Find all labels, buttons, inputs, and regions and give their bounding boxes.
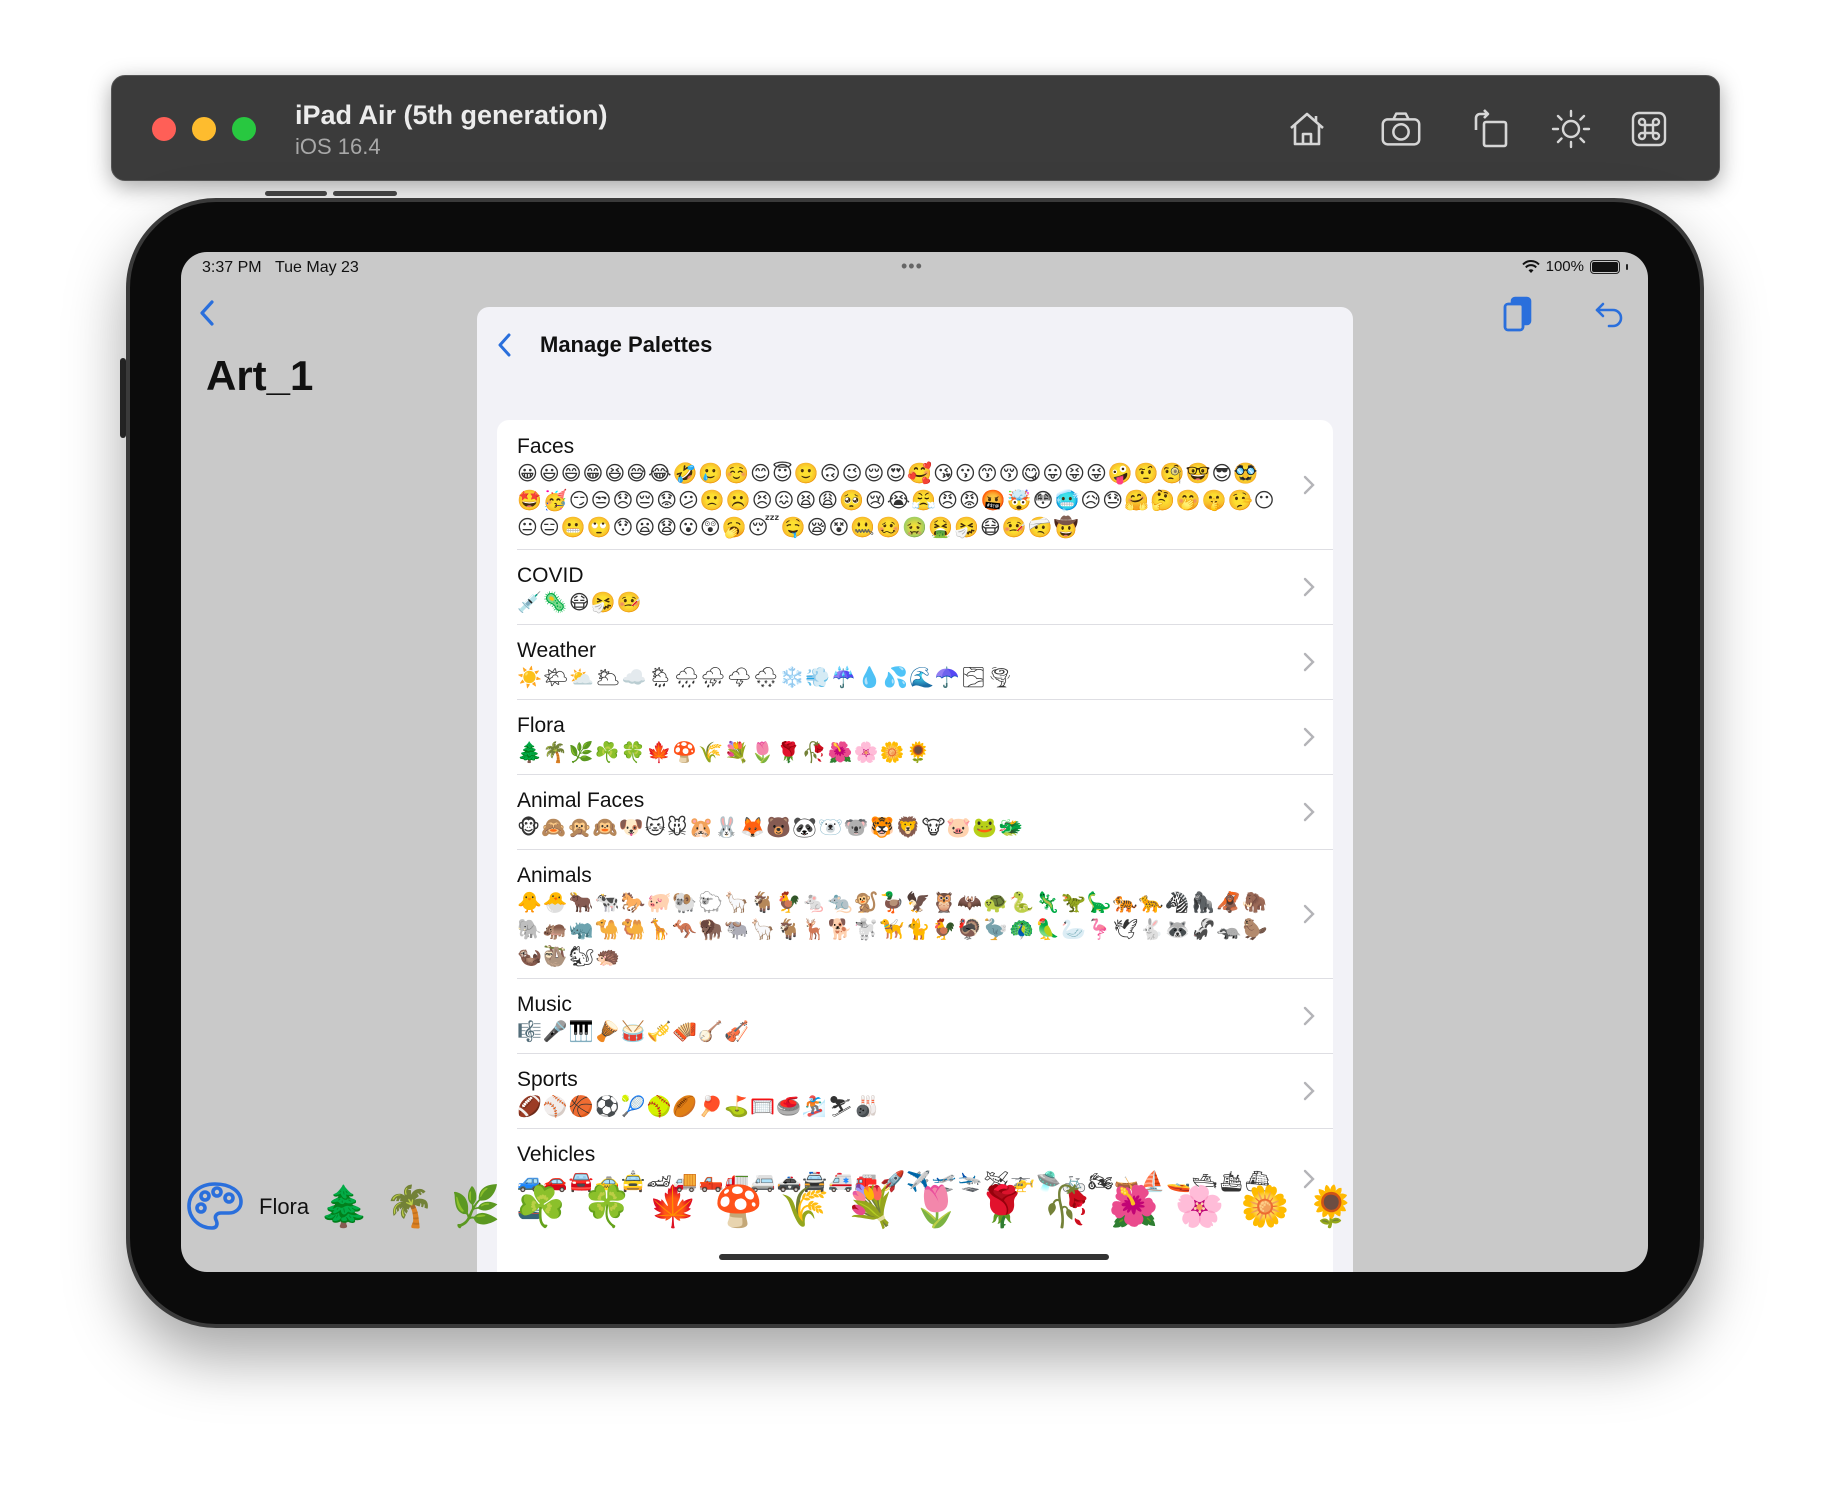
chevron-right-icon [1303,727,1315,746]
chevron-right-icon [1303,802,1315,821]
palette-chooser-bar: Flora 🌲🌴🌿☘️🍀🍁🍄🌾💐🌷🌹🥀🌺🌸🌼🌻 [181,1174,1648,1244]
command-icon[interactable] [1626,106,1672,152]
brightness-icon[interactable] [1548,106,1594,152]
palette-name: Vehicles [517,1143,596,1166]
ipad-screen: 3:37 PM Tue May 23 ••• 100% Art_1 Manage… [181,252,1648,1272]
sheet-title: Manage Palettes [540,332,713,357]
status-bar-right: 100% [1521,258,1628,275]
palette-name: Sports [517,1068,578,1091]
chevron-right-icon [1303,904,1315,923]
battery-tip [1626,263,1628,270]
palette-emojis: 🐥🐣🐂🐄🐎🐖🐏🐑🦙🐐🐓🐁🐀🐒🦆🦅🦉🦇🐢🐍🦎🦖🦕🐅🐆🦓🦍🦧🦣🐘🦛🦏🐪🐫🦒🦘🦬🐃🦙🐐… [517,890,1269,968]
close-window-button[interactable] [152,117,176,141]
palette-name: Weather [517,639,596,662]
palette-emojis: 😀😃😄😁😆😅😂🤣🥲☺️😊😇🙂🙃😉😌😍🥰😘😗😙😚😋😛😝😜🤪🤨🧐🤓😎🥸🤩🥳😏😒😞😔😟… [517,461,1276,539]
palette-name: COVID [517,564,584,587]
os-version: iOS 16.4 [295,134,381,159]
undo-icon[interactable] [1591,294,1627,334]
manage-palettes-sheet: Manage Palettes Faces 😀😃😄😁😆😅😂🤣🥲☺️😊😇🙂🙃😉😌😍… [477,307,1353,1272]
status-bar-date: Tue May 23 [274,259,359,276]
palette-list: Faces 😀😃😄😁😆😅😂🤣🥲☺️😊😇🙂🙃😉😌😍🥰😘😗😙😚😋😛😝😜🤪🤨🧐🤓😎🥸🤩… [497,420,1333,1272]
palette-name: Flora [517,714,565,737]
palette-emojis: 🌲🌴🌿☘️🍀🍁🍄🌾💐🌷🌹🥀🌺🌸🌼🌻 [517,740,932,764]
rotate-icon[interactable] [1468,106,1514,152]
palette-row-faces[interactable]: Faces 😀😃😄😁😆😅😂🤣🥲☺️😊😇🙂🙃😉😌😍🥰😘😗😙😚😋😛😝😜🤪🤨🧐🤓😎🥸🤩… [497,420,1333,549]
back-chevron-icon[interactable] [193,296,223,330]
status-bar-time: 3:37 PM Tue May 23 [202,259,359,276]
palette-emojis: 🎼🎤🎹🪘🥁🎺🪗🪕🎻 [517,1019,751,1043]
chevron-right-icon [1303,652,1315,671]
wifi-icon [1521,259,1540,273]
battery-percentage: 100% [1545,258,1584,275]
palette-emojis: 🐵🙈🙊🙉🐶🐱🐭🐹🐰🦊🐻🐼🐻‍❄️🐨🐯🦁🐮🐷🐸🐲 [517,815,1024,839]
zoom-window-button[interactable] [232,117,256,141]
window-tab-indicator [265,191,327,196]
device-name: iPad Air (5th generation) [295,100,608,130]
palette-emoji-strip[interactable]: 🌲🌴🌿☘️🍀🍁🍄🌾💐🌷🌹🥀🌺🌸🌼🌻 [319,1182,1372,1232]
window-tab-indicator [333,191,397,196]
sheet-back-chevron-icon[interactable] [491,329,519,361]
chevron-right-icon [1303,1081,1315,1100]
palette-row-flora[interactable]: Flora 🌲🌴🌿☘️🍀🍁🍄🌾💐🌷🌹🥀🌺🌸🌼🌻 [497,699,1333,774]
simulator-toolbar: iPad Air (5th generation) iOS 16.4 [111,75,1720,181]
current-palette-name[interactable]: Flora [259,1194,309,1220]
palette-name: Faces [517,435,575,458]
multitasking-dots[interactable]: ••• [901,256,923,277]
palette-row-weather[interactable]: Weather ☀️🌤⛅️🌥☁️🌦🌧⛈🌩🌨❄️💨☔️💧💦🌊☂️🌫🌪 [497,624,1333,699]
palette-emojis: ☀️🌤⛅️🌥☁️🌦🌧⛈🌩🌨❄️💨☔️💧💦🌊☂️🌫🌪 [517,665,1014,689]
palette-row-animal-faces[interactable]: Animal Faces 🐵🙈🙊🙉🐶🐱🐭🐹🐰🦊🐻🐼🐻‍❄️🐨🐯🦁🐮🐷🐸🐲 [497,774,1333,849]
palette-icon[interactable] [185,1178,245,1234]
minimize-window-button[interactable] [192,117,216,141]
chevron-right-icon [1303,1006,1315,1025]
paste-icon[interactable] [1500,294,1536,334]
palette-name: Animals [517,864,592,887]
document-title: Art_1 [206,352,314,399]
battery-icon [1590,259,1620,274]
chevron-right-icon [1303,577,1315,596]
palette-emojis: 💉🦠😷🤧🤒 [517,590,643,614]
palette-row-sports[interactable]: Sports 🏈⚾️🏀⚽️🎾🥎🏉🏓⛳️🥅🥌🏂⛷🎳 [497,1053,1333,1128]
palette-row-animals[interactable]: Animals 🐥🐣🐂🐄🐎🐖🐏🐑🦙🐐🐓🐁🐀🐒🦆🦅🦉🦇🐢🐍🦎🦖🦕🐅🐆🦓🦍🦧🦣🐘🦛🦏… [497,849,1333,978]
palette-row-covid[interactable]: COVID 💉🦠😷🤧🤒 [497,549,1333,624]
palette-name: Animal Faces [517,789,645,812]
home-indicator[interactable] [719,1254,1109,1260]
home-icon[interactable] [1284,106,1330,152]
palette-name: Music [517,993,572,1016]
chevron-right-icon [1303,475,1315,494]
palette-row-music[interactable]: Music 🎼🎤🎹🪘🥁🎺🪗🪕🎻 [497,978,1333,1053]
camera-icon[interactable] [1378,106,1426,152]
palette-emojis: 🏈⚾️🏀⚽️🎾🥎🏉🏓⛳️🥅🥌🏂⛷🎳 [517,1094,881,1118]
